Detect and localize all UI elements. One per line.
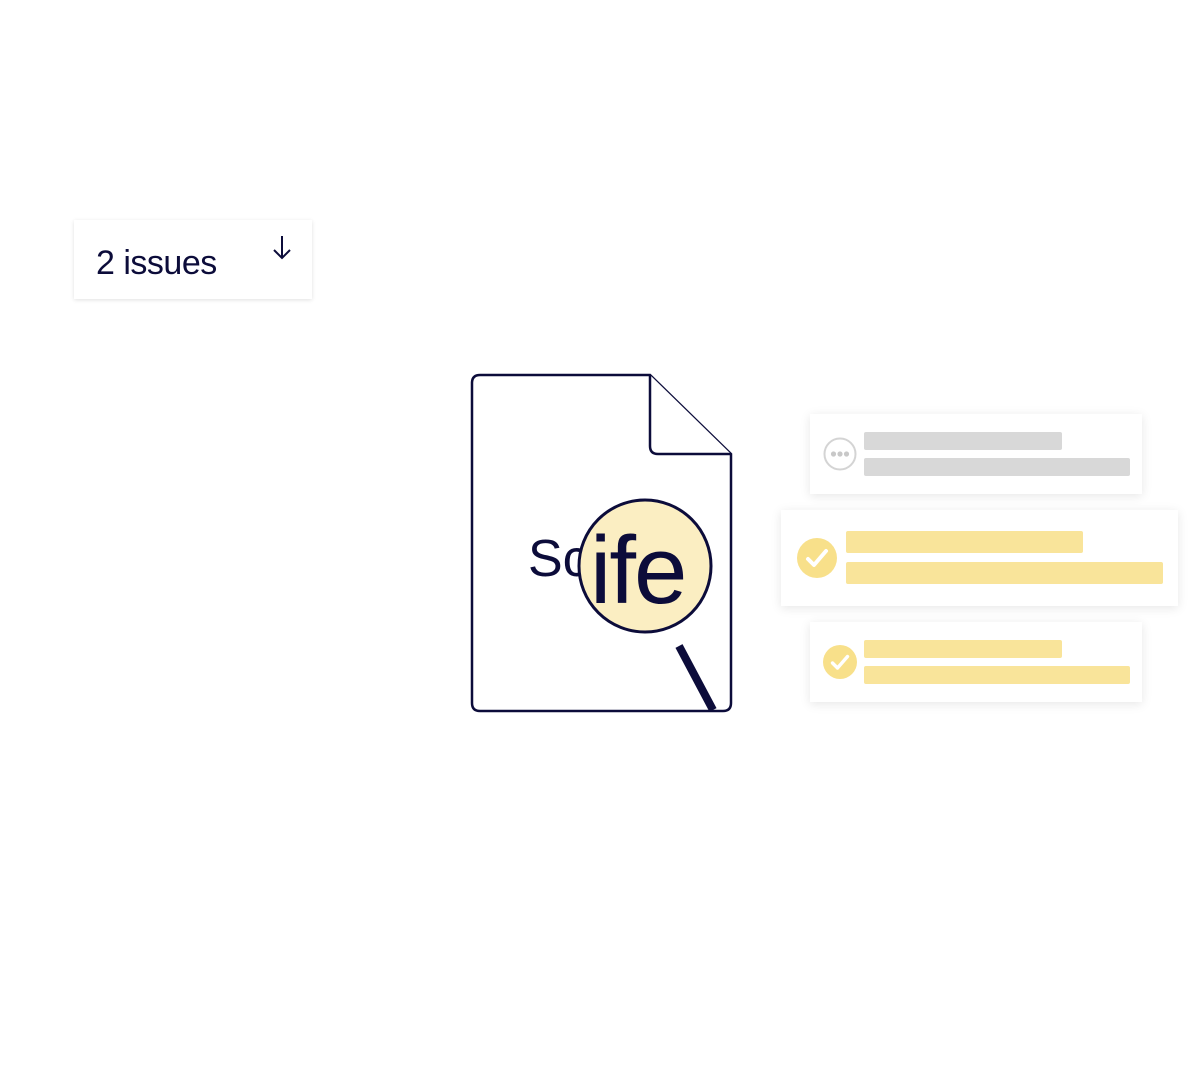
placeholder-line — [846, 531, 1083, 553]
result-card-resolved — [810, 622, 1142, 702]
result-card-pending — [810, 414, 1142, 494]
magnified-text: ife — [590, 517, 685, 624]
placeholder-line — [864, 640, 1062, 658]
check-circle-icon — [797, 538, 837, 578]
placeholder-line — [864, 666, 1130, 684]
placeholder-line — [846, 562, 1163, 584]
check-circle-icon — [823, 645, 857, 679]
result-card-resolved — [781, 510, 1178, 606]
ellipsis-icon — [823, 437, 857, 471]
placeholder-line — [864, 458, 1130, 476]
placeholder-line — [864, 432, 1062, 450]
